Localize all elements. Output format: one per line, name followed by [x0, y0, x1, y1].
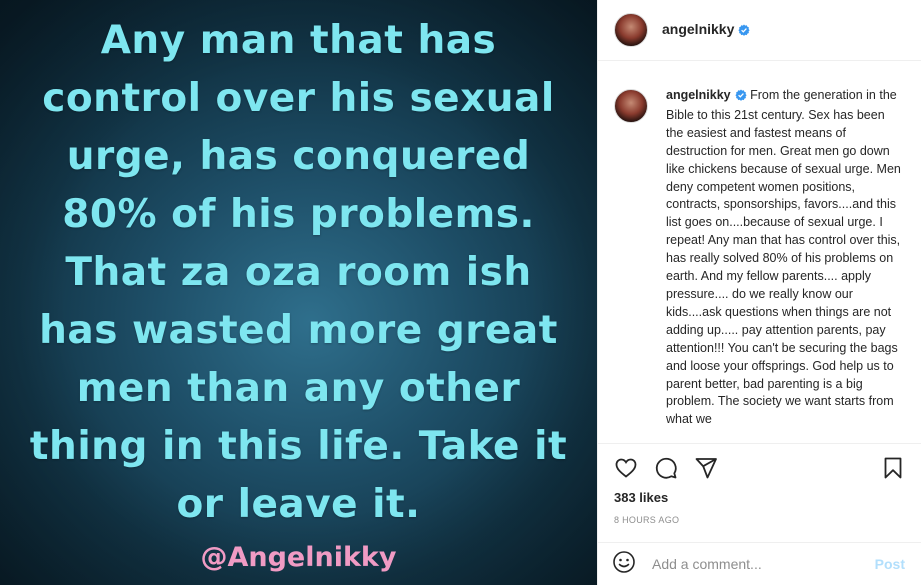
bookmark-icon[interactable]	[881, 456, 905, 480]
instagram-post: Any man that has control over his sexual…	[0, 0, 921, 585]
post-comment-button[interactable]: Post	[875, 556, 905, 572]
quote-line: That za oza room ish	[65, 250, 532, 295]
caption-body: From the generation in the Bible to this…	[666, 88, 901, 427]
post-timestamp[interactable]: 8 HOURS AGO	[614, 515, 905, 525]
quote-line: urge, has conquered	[66, 134, 531, 179]
quote-line: control over his sexual	[42, 76, 555, 121]
caption: angelnikky From the generation in the Bi…	[666, 87, 902, 443]
image-watermark: @Angelnikky	[200, 542, 397, 573]
caption-avatar[interactable]	[614, 89, 648, 123]
verified-badge-icon	[738, 23, 750, 39]
post-image[interactable]: Any man that has control over his sexual…	[0, 0, 597, 585]
post-header: angelnikky	[598, 0, 921, 61]
caption-username[interactable]: angelnikky	[666, 88, 731, 102]
heart-icon[interactable]	[614, 456, 638, 480]
share-icon[interactable]	[694, 456, 718, 480]
comment-input[interactable]	[650, 555, 875, 573]
action-icons-row	[614, 444, 905, 492]
caption-section: angelnikky From the generation in the Bi…	[598, 61, 921, 443]
emoji-icon[interactable]	[612, 550, 636, 579]
comment-icon[interactable]	[654, 456, 678, 480]
quote-line: Any man that has	[100, 18, 497, 63]
comment-bar: Post	[598, 542, 921, 585]
quote-line: 80% of his problems.	[62, 192, 535, 237]
quote-line: or leave it.	[176, 482, 421, 527]
actions-section: 383 likes 8 HOURS AGO	[598, 443, 921, 525]
quote-line: men than any other	[76, 366, 521, 411]
quote-line: thing in this life. Take it	[29, 424, 568, 469]
quote-line: has wasted more great	[39, 308, 558, 353]
likes-count[interactable]: 383 likes	[614, 490, 905, 505]
post-sidebar: angelnikky angelnikky From the generatio…	[597, 0, 921, 585]
quote-text: Any man that has control over his sexual…	[0, 12, 597, 534]
avatar[interactable]	[614, 13, 648, 47]
header-username-link[interactable]: angelnikky	[662, 21, 750, 39]
header-username: angelnikky	[662, 21, 735, 37]
verified-badge-icon	[735, 89, 747, 107]
